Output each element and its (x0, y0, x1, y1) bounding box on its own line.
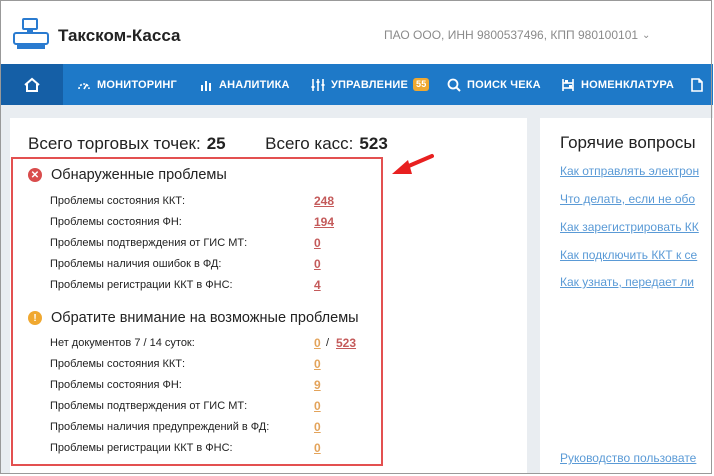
detected-row-value[interactable]: 0 (314, 257, 321, 271)
nav-nomenclature[interactable]: НОМЕНКЛАТУРА (561, 64, 674, 105)
points-label: Всего торговых точек: (28, 134, 201, 153)
attention-row-label: Проблемы регистрации ККТ в ФНС: (50, 442, 233, 454)
detected-row-label: Проблемы наличия ошибок в ФД: (50, 258, 222, 270)
attention-row-value[interactable]: 0 (314, 420, 321, 434)
attention-row-label: Проблемы состояния ФН: (50, 379, 182, 391)
home-icon (24, 77, 40, 92)
detected-row-value[interactable]: 4 (314, 278, 321, 292)
hot-question-link[interactable]: Как узнать, передает ли (560, 275, 694, 289)
app-title[interactable]: Такском-Касса (58, 26, 180, 46)
detected-row-value[interactable]: 248 (314, 194, 334, 208)
attention-row-value[interactable]: 0 (314, 357, 321, 371)
sliders-icon (311, 78, 325, 91)
detected-row-value[interactable]: 0 (314, 236, 321, 250)
nav-documents[interactable] (691, 64, 709, 105)
warning-icon: ! (28, 311, 42, 325)
nav-management[interactable]: УПРАВЛЕНИЕ 55 (311, 64, 430, 105)
user-guide-link[interactable]: Руководство пользовате (560, 451, 696, 465)
attention-title-text: Обратите внимание на возможные проблемы (51, 310, 359, 326)
organization-selector[interactable]: ПАО ООО, ИНН 9800537496, КПП 980100101 ⌄ (384, 28, 650, 42)
nav-receipt-search-label: ПОИСК ЧЕКА (467, 78, 541, 91)
nav-analytics[interactable]: АНАЛИТИКА (200, 64, 290, 105)
app-header: Такском-Касса ПАО ООО, ИНН 9800537496, К… (1, 1, 713, 64)
nav-monitoring-label: МОНИТОРИНГ (97, 78, 177, 91)
main-nav: МОНИТОРИНГ АНАЛИТИКА УПРАВЛЕНИЕ 55 ПОИСК… (1, 64, 713, 105)
nav-receipt-search[interactable]: ПОИСК ЧЕКА (447, 64, 541, 105)
shelves-icon (562, 78, 574, 91)
detected-row-value[interactable]: 194 (314, 215, 334, 229)
organization-info: ПАО ООО, ИНН 9800537496, КПП 980100101 (384, 28, 639, 42)
detected-row-label: Проблемы подтверждения от ГИС МТ: (50, 237, 248, 249)
nav-management-label: УПРАВЛЕНИЕ (331, 78, 408, 91)
detected-row-label: Проблемы состояния ФН: (50, 216, 182, 228)
attention-row-value[interactable]: 9 (314, 378, 321, 392)
attention-nodocs-separator: / (326, 337, 330, 349)
hot-question-link[interactable]: Как зарегистрировать КК (560, 220, 699, 234)
bar-chart-icon (201, 80, 211, 91)
chevron-down-icon: ⌄ (642, 30, 651, 41)
nav-monitoring[interactable]: МОНИТОРИНГ (77, 64, 177, 105)
annotation-arrow-icon (392, 154, 434, 174)
detected-problems-title-text: Обнаруженные проблемы (51, 167, 227, 183)
nav-home[interactable] (1, 64, 63, 105)
attention-row-label: Проблемы подтверждения от ГИС МТ: (50, 400, 248, 412)
attention-nodocs-label: Нет документов 7 / 14 суток: (50, 337, 195, 349)
nav-nomenclature-label: НОМЕНКЛАТУРА (581, 78, 675, 91)
error-icon: ✕ (28, 168, 42, 182)
points-value: 25 (206, 134, 226, 153)
document-icon (691, 77, 703, 92)
kkt-value: 523 (359, 134, 388, 153)
detected-problems-title: ✕ Обнаруженные проблемы (28, 167, 227, 183)
search-icon (447, 78, 461, 92)
hot-questions-clip: Горячие вопросы Как отправлять электрон … (540, 118, 714, 474)
nav-analytics-label: АНАЛИТИКА (219, 78, 290, 91)
attention-nodocs-value-14[interactable]: 523 (336, 336, 356, 350)
attention-nodocs-value-7[interactable]: 0 (314, 336, 321, 350)
hot-questions-title: Горячие вопросы (560, 133, 696, 152)
hot-question-link[interactable]: Как подключить ККТ к се (560, 248, 697, 262)
gauge-icon (78, 82, 90, 89)
attention-row-value[interactable]: 0 (314, 441, 321, 455)
hot-question-link[interactable]: Как отправлять электрон (560, 164, 699, 178)
detected-row-label: Проблемы состояния ККТ: (50, 195, 186, 207)
attention-row-label: Проблемы состояния ККТ: (50, 358, 186, 370)
attention-title: ! Обратите внимание на возможные проблем… (28, 310, 359, 326)
totals-line: Всего торговых точек: 25 Всего касс: 523 (28, 134, 388, 154)
cash-register-logo-icon[interactable] (13, 18, 49, 50)
detected-row-label: Проблемы регистрации ККТ в ФНС: (50, 279, 233, 291)
management-count-badge: 55 (412, 78, 430, 91)
attention-row-value[interactable]: 0 (314, 399, 321, 413)
kkt-label: Всего касс: (265, 134, 354, 153)
attention-row-label: Проблемы наличия предупреждений в ФД: (50, 421, 270, 433)
hot-question-link[interactable]: Что делать, если не обо (560, 192, 695, 206)
